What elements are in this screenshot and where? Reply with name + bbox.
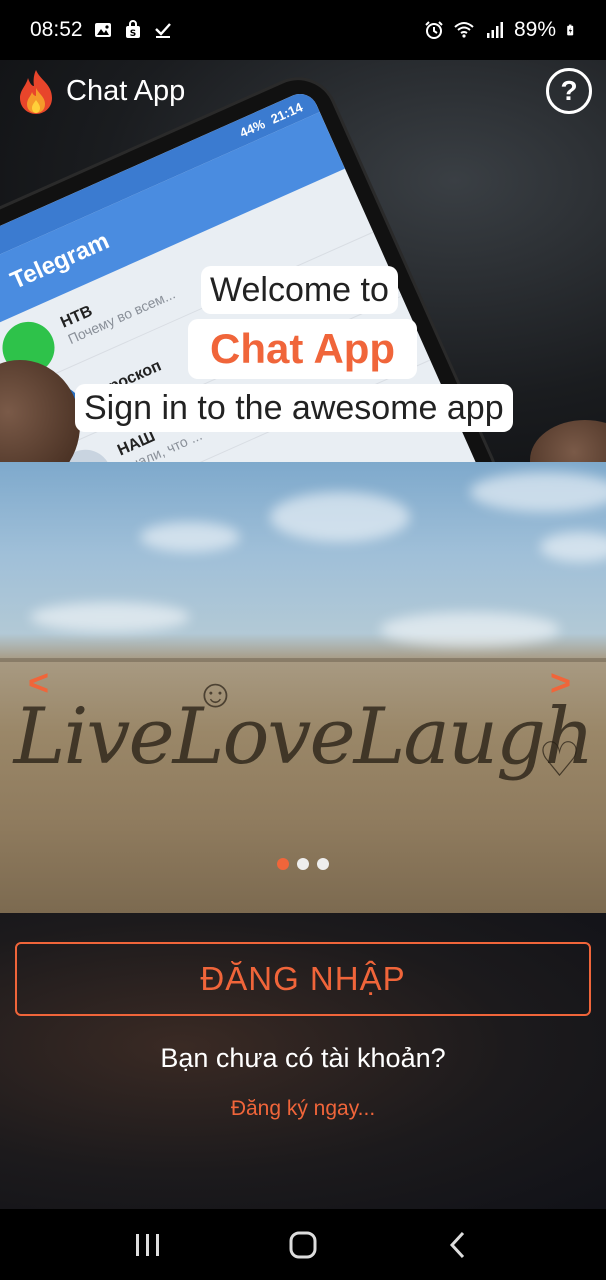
battery-charging-icon (567, 24, 574, 36)
battery-percent: 89% (513, 18, 556, 41)
back-icon (450, 1231, 465, 1258)
carousel-dot-2[interactable] (297, 858, 309, 870)
image-carousel[interactable]: ☺ LiveLoveLaugh ♡ < > (0, 462, 606, 913)
status-bar-right: 89% (424, 18, 578, 42)
recent-apps-icon (135, 1233, 159, 1256)
brand: Chat App (16, 68, 185, 114)
image-icon (94, 23, 111, 37)
horizon-line (0, 658, 606, 662)
status-time: 08:52 (30, 18, 83, 41)
help-button[interactable]: ? (546, 68, 592, 114)
brand-headline: Chat App (188, 319, 418, 379)
carousel-indicator (0, 858, 606, 870)
svg-text:S: S (129, 29, 135, 39)
carousel-image-caption: LiveLoveLaugh (13, 692, 595, 782)
shopping-bag-icon: S (125, 20, 140, 39)
recent-apps-button[interactable] (118, 1215, 178, 1275)
status-bar-left: 08:52 S (30, 18, 173, 42)
welcome-subtitle: Sign in to the awesome app (75, 384, 513, 432)
back-button[interactable] (428, 1215, 488, 1275)
carousel-next-button[interactable]: > (550, 662, 571, 704)
carousel-dot-1[interactable] (277, 858, 289, 870)
system-nav-bar (0, 1209, 606, 1280)
app-header: Chat App ? (0, 60, 606, 122)
signal-icon (486, 22, 503, 38)
auth-section: ĐĂNG NHẬP Bạn chưa có tài khoản? Đăng ký… (0, 913, 606, 1209)
checkmark-icon (154, 23, 171, 38)
wifi-icon (454, 22, 474, 38)
register-link[interactable]: Đăng ký ngay... (0, 1097, 606, 1121)
heart-drawing: ♡ (538, 734, 582, 787)
app-title: Chat App (66, 74, 186, 107)
welcome-text: Welcome to (201, 266, 398, 314)
alarm-icon (425, 21, 443, 39)
login-button[interactable]: ĐĂNG NHẬP (15, 942, 591, 1016)
home-button[interactable] (273, 1215, 333, 1275)
status-bar: 08:52 S 89% (0, 0, 606, 60)
home-icon (289, 1231, 317, 1258)
carousel-prev-button[interactable]: < (28, 662, 49, 704)
carousel-dot-3[interactable] (317, 858, 329, 870)
help-icon: ? (560, 75, 578, 106)
no-account-text: Bạn chưa có tài khoản? (160, 1043, 446, 1073)
flame-icon (20, 70, 52, 114)
